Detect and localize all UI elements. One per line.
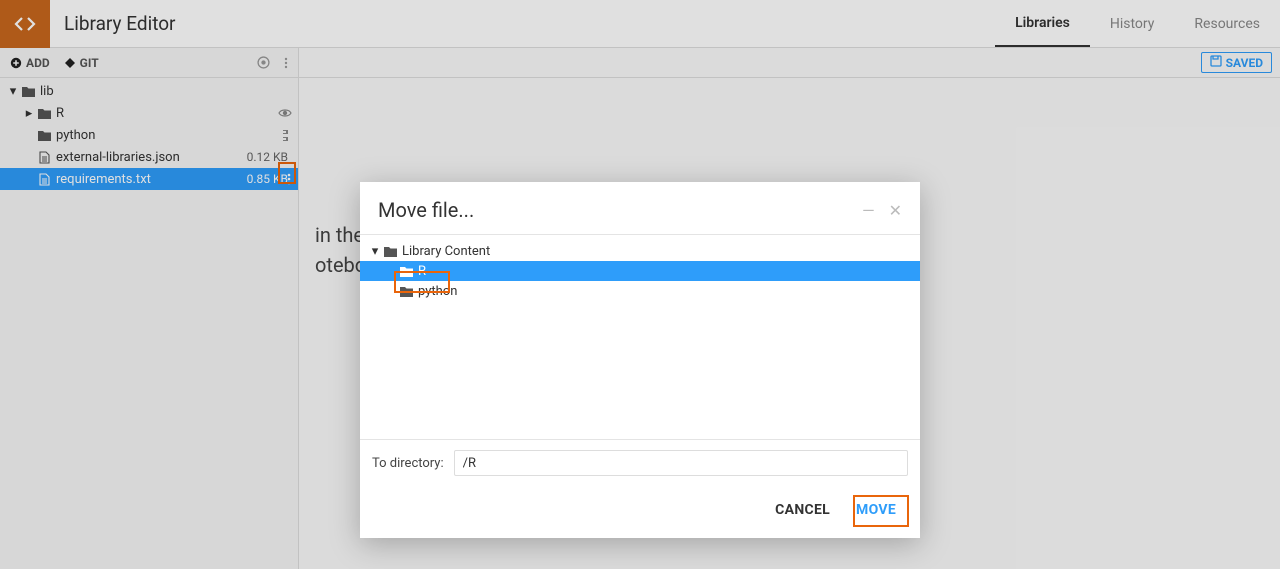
tree-folder-r[interactable]: ▸ R	[0, 102, 298, 124]
tree-file-requirements[interactable]: requirements.txt 0.85 KB	[0, 168, 298, 190]
save-icon	[1210, 55, 1222, 70]
folder-icon	[398, 266, 414, 277]
tab-libraries[interactable]: Libraries	[995, 0, 1090, 47]
modal-tree: ▾ Library Content R python	[360, 235, 920, 439]
sidebar: ADD GIT ▾ lib	[0, 48, 299, 569]
modal-folder-root[interactable]: ▾ Library Content	[360, 241, 920, 261]
sidebar-actions: ADD GIT	[0, 48, 298, 78]
chevron-down-icon: ▾	[370, 244, 380, 259]
git-icon	[64, 57, 76, 69]
file-size: 0.12 KB	[247, 150, 288, 164]
kebab-icon[interactable]	[284, 57, 288, 69]
folder-icon	[398, 286, 414, 297]
saved-label: SAVED	[1226, 56, 1263, 70]
modal-tree-label: R	[418, 264, 426, 279]
move-file-modal: Move file... — ✕ ▾ Library Content R pyt…	[360, 182, 920, 538]
move-button[interactable]: MOVE	[846, 496, 906, 524]
modal-folder-python[interactable]: python	[360, 281, 920, 301]
header-tabs: Libraries History Resources	[995, 0, 1280, 47]
main-toolbar: SAVED	[299, 48, 1280, 78]
eye-icon	[278, 108, 292, 118]
tab-resources[interactable]: Resources	[1174, 0, 1280, 47]
tree-label: requirements.txt	[56, 172, 247, 187]
tree-label: lib	[40, 84, 292, 99]
saved-badge: SAVED	[1201, 52, 1272, 73]
folder-icon	[36, 108, 52, 119]
modal-title: Move file...	[378, 198, 862, 222]
file-icon	[36, 151, 52, 164]
git-button[interactable]: GIT	[64, 56, 99, 70]
tree-folder-python[interactable]: python	[0, 124, 298, 146]
app-logo	[0, 0, 50, 48]
tab-history[interactable]: History	[1090, 0, 1175, 47]
tree-folder-lib[interactable]: ▾ lib	[0, 80, 298, 102]
modal-header: Move file... — ✕	[360, 182, 920, 234]
folder-icon	[20, 86, 36, 97]
app-title: Library Editor	[64, 12, 176, 35]
modal-input-row: To directory:	[360, 440, 920, 486]
file-tree: ▾ lib ▸ R	[0, 78, 298, 190]
git-label: GIT	[80, 56, 99, 70]
close-icon[interactable]: ✕	[889, 201, 902, 220]
folder-icon	[382, 246, 398, 257]
modal-footer: CANCEL MOVE	[360, 486, 920, 538]
tree-label: external-libraries.json	[56, 150, 247, 165]
folder-icon	[36, 130, 52, 141]
app-header: Library Editor Libraries History Resourc…	[0, 0, 1280, 48]
modal-tree-label: Library Content	[402, 244, 490, 259]
add-button[interactable]: ADD	[10, 56, 50, 70]
chevron-down-icon: ▾	[8, 84, 18, 99]
minimize-icon[interactable]: —	[862, 201, 875, 220]
file-icon	[36, 173, 52, 186]
to-directory-input[interactable]	[454, 450, 908, 476]
file-kebab-icon[interactable]	[282, 168, 296, 190]
chevron-right-icon: ▸	[24, 106, 34, 121]
to-directory-label: To directory:	[372, 456, 444, 471]
add-label: ADD	[26, 56, 50, 70]
cancel-button[interactable]: CANCEL	[775, 502, 830, 518]
tree-file-external-libraries[interactable]: external-libraries.json 0.12 KB	[0, 146, 298, 168]
modal-tree-label: python	[418, 284, 457, 299]
plus-circle-icon	[10, 57, 22, 69]
tree-label: python	[56, 128, 279, 143]
target-icon[interactable]	[257, 56, 270, 69]
tree-label: R	[56, 106, 278, 121]
python-icon	[279, 129, 292, 142]
modal-folder-r[interactable]: R	[360, 261, 920, 281]
